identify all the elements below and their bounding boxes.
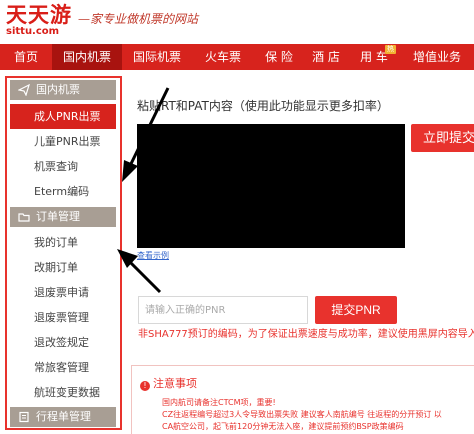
site-header: 天天游 sittu.com —家专业做机票的网站 xyxy=(0,0,474,44)
sidebar-item-refund-request[interactable]: 退废票申请 xyxy=(10,280,116,305)
site-slogan: —家专业做机票的网站 xyxy=(78,12,199,26)
submit-pnr-button[interactable]: 提交PNR xyxy=(315,296,397,324)
main-nav: 首页 国内机票 国际机票 火车票 保 险 酒 店 用 车 热 增值业务 xyxy=(0,44,474,70)
sidebar-section-label: 订单管理 xyxy=(36,210,80,223)
sidebar-item-my-orders[interactable]: 我的订单 xyxy=(10,230,116,255)
nav-hotel[interactable]: 酒 店 xyxy=(304,44,348,70)
sidebar: 国内机票 成人PNR出票 儿童PNR出票 机票查询 Eterm编码 订单管理 我… xyxy=(6,78,120,428)
sidebar-section-orders[interactable]: 订单管理 xyxy=(10,207,116,227)
notice-title-text: 注意事项 xyxy=(153,377,197,390)
sidebar-item-child-pnr[interactable]: 儿童PNR出票 xyxy=(10,129,116,154)
nav-train-tickets[interactable]: 火车票 xyxy=(192,44,254,70)
hot-badge: 热 xyxy=(385,45,396,54)
submit-now-button[interactable]: 立即提交 xyxy=(411,124,474,152)
pnr-input[interactable] xyxy=(138,296,308,324)
notice-line: CZ往返程编号超过3人令导致出票失败 建议客人南航编号 往返程的分开预订 以 xyxy=(162,410,442,419)
document-icon xyxy=(19,411,29,423)
sidebar-item-frequent-flyer[interactable]: 常旅客管理 xyxy=(10,355,116,380)
notice-line: CA航空公司，起飞前120分钟无法入座，建议提前预约BSP政策编码 xyxy=(162,422,404,431)
sidebar-item-flight-search[interactable]: 机票查询 xyxy=(10,154,116,179)
logo-domain: sittu.com xyxy=(6,26,60,37)
sidebar-item-flight-changes[interactable]: 航班变更数据 xyxy=(10,380,116,405)
nav-car-rental-label: 用 车 xyxy=(360,50,388,64)
sidebar-section-label: 行程单管理 xyxy=(36,410,91,423)
paper-plane-icon xyxy=(18,84,30,96)
pnr-hint-text: 非SHA777预订的编码，为了保证出票速度与成功率，建议使用黑屏内容导入 xyxy=(138,329,474,340)
alert-icon: ! xyxy=(140,381,150,391)
sidebar-item-adult-pnr[interactable]: 成人PNR出票 xyxy=(10,104,116,129)
site-logo[interactable]: 天天游 sittu.com xyxy=(6,4,72,38)
logo-text: 天天游 xyxy=(6,3,72,27)
notice-line: 国内航司请备注CTCM项，重要! xyxy=(162,398,276,407)
rt-pat-textarea[interactable] xyxy=(137,124,405,248)
nav-car-rental[interactable]: 用 车 热 xyxy=(348,44,400,70)
nav-value-added[interactable]: 增值业务 xyxy=(400,44,474,70)
sidebar-section-label: 国内机票 xyxy=(36,83,80,96)
nav-home[interactable]: 首页 xyxy=(0,44,52,70)
nav-insurance[interactable]: 保 险 xyxy=(254,44,304,70)
view-example-link[interactable]: 查看示例 xyxy=(137,250,169,261)
folder-icon xyxy=(18,213,30,222)
notice-title: ! 注意事项 xyxy=(140,375,197,391)
sidebar-item-eterm-code[interactable]: Eterm编码 xyxy=(10,179,116,204)
paste-rt-pat-title: 粘贴RT和PAT内容（使用此功能显示更多扣率） xyxy=(137,99,389,113)
notice-panel: ! 注意事项 国内航司请备注CTCM项，重要! CZ往返程编号超过3人令导致出票失… xyxy=(131,365,474,434)
sidebar-section-domestic[interactable]: 国内机票 xyxy=(10,80,116,100)
sidebar-section-itinerary[interactable]: 行程单管理 xyxy=(10,407,116,427)
sidebar-item-change-rules[interactable]: 退改签规定 xyxy=(10,330,116,355)
sidebar-item-refund-manage[interactable]: 退废票管理 xyxy=(10,305,116,330)
nav-domestic-flights[interactable]: 国内机票 xyxy=(52,44,122,70)
nav-international-flights[interactable]: 国际机票 xyxy=(122,44,192,70)
sidebar-item-rebook-orders[interactable]: 改期订单 xyxy=(10,255,116,280)
